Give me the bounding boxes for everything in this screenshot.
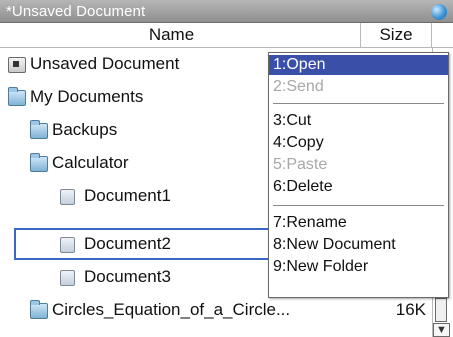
list-item[interactable]: Circles_Equation_of_a_Circle... 16K — [0, 294, 430, 326]
list-item-label: Calculator — [52, 153, 129, 172]
scroll-down-arrow-icon[interactable]: ▼ — [433, 323, 450, 337]
list-item-selected[interactable]: Document2 — [14, 228, 271, 260]
list-item-size: 16K — [395, 300, 426, 319]
menu-item-send: 2:Send — [273, 78, 324, 95]
document-icon — [60, 270, 75, 286]
battery-icon — [431, 4, 447, 20]
list-item-label: Document1 — [84, 186, 171, 205]
document-icon — [60, 237, 75, 253]
menu-item-rename[interactable]: 7:Rename — [269, 213, 448, 233]
menu-item-cut[interactable]: 3:Cut — [269, 111, 448, 131]
folder-icon — [30, 300, 48, 319]
list-item-label: Backups — [52, 120, 118, 139]
menu-item-new-document[interactable]: 8:New Document — [269, 235, 448, 255]
scroll-thumb[interactable] — [435, 298, 447, 322]
folder-open-icon — [30, 153, 48, 172]
menu-separator — [273, 103, 444, 104]
title-bar: *Unsaved Document — [0, 0, 453, 23]
menu-separator — [273, 205, 444, 206]
list-item-label: Unsaved Document — [30, 54, 180, 73]
column-header-row: Name Size — [0, 23, 453, 48]
list-item-label: Circles_Equation_of_a_Circle... — [52, 300, 291, 319]
menu-item-copy[interactable]: 4:Copy — [269, 133, 448, 153]
list-item-label: My Documents — [30, 87, 144, 106]
window-title: *Unsaved Document — [6, 3, 146, 20]
folder-icon — [30, 120, 48, 139]
unsaved-document-icon — [8, 57, 26, 73]
document-icon — [60, 189, 75, 205]
menu-item-delete[interactable]: 6:Delete — [269, 177, 448, 197]
list-item-label: Document3 — [84, 267, 171, 286]
menu-item-new-folder[interactable]: 9:New Folder — [269, 257, 448, 277]
menu-item-paste: 5:Paste — [273, 156, 328, 173]
column-header-size[interactable]: Size — [360, 23, 432, 47]
column-header-name[interactable]: Name — [0, 23, 343, 47]
menu-item-open[interactable]: 1:Open — [269, 55, 448, 75]
folder-open-icon — [8, 87, 26, 106]
list-item-label: Document2 — [84, 234, 171, 253]
context-menu: 1:Open 2:Send 3:Cut 4:Copy 5:Paste 6:Del… — [268, 52, 449, 298]
